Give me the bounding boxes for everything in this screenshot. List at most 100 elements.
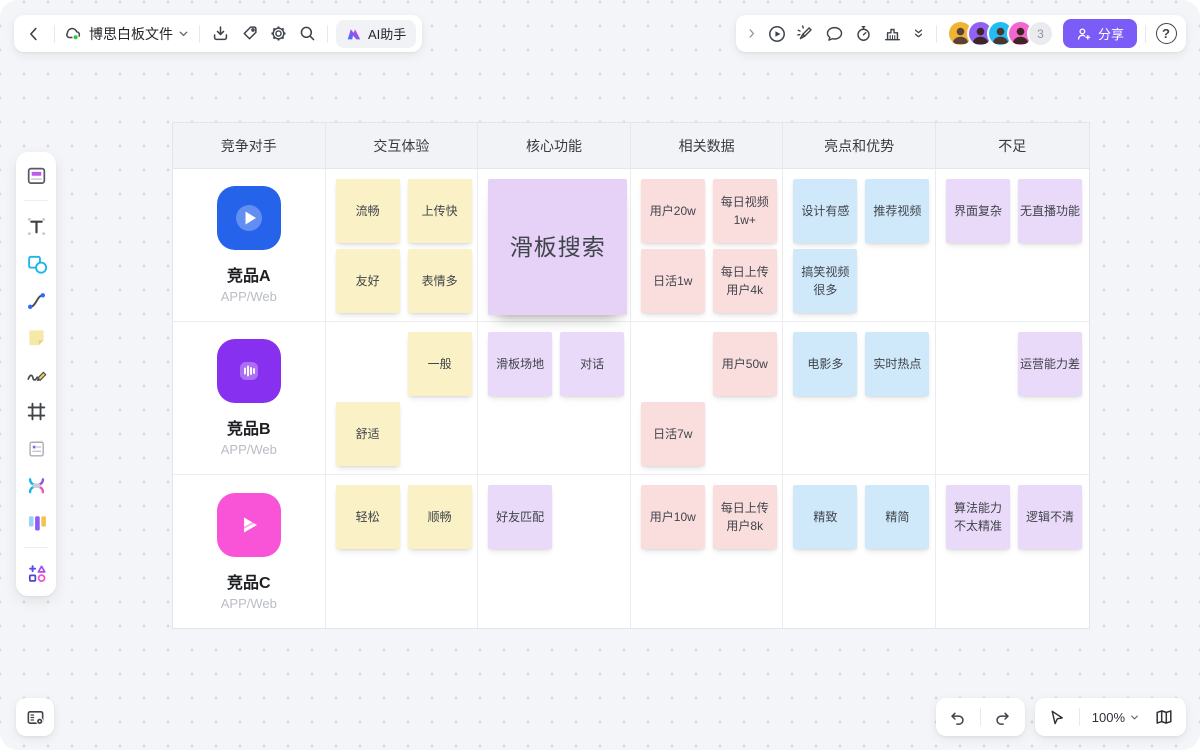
competitor-profile[interactable]: 竞品A APP/Web	[173, 169, 326, 321]
divider	[24, 547, 48, 548]
tag-button[interactable]	[235, 20, 263, 48]
comment-button[interactable]	[821, 20, 849, 48]
competitor-profile[interactable]: 竞品C APP/Web	[173, 475, 326, 628]
column-header[interactable]: 相关数据	[631, 123, 784, 168]
share-button[interactable]: 分享	[1063, 19, 1137, 48]
laser-pointer-button[interactable]	[792, 20, 820, 48]
sticky-note[interactable]: 滑板搜索	[488, 179, 627, 315]
tool-connector[interactable]	[24, 288, 48, 312]
table-row: 竞品A APP/Web 流畅 上传快 友好 表情多 滑板搜索 用户20w 每日视…	[173, 169, 1089, 322]
cell-interaction: 一般 舒适	[326, 322, 479, 474]
back-button[interactable]	[20, 20, 48, 48]
column-header[interactable]: 亮点和优势	[783, 123, 936, 168]
sticky-note[interactable]: 实时热点	[865, 332, 929, 396]
sticky-note[interactable]: 电影多	[793, 332, 857, 396]
sticky-note[interactable]: 表情多	[408, 249, 472, 313]
sticky-note[interactable]: 滑板场地	[488, 332, 552, 396]
tool-sticky-note[interactable]	[24, 325, 48, 349]
competitor-name[interactable]: 竞品B	[227, 415, 271, 439]
timer-button[interactable]	[850, 20, 878, 48]
divider	[936, 25, 937, 43]
board-panel-button[interactable]	[16, 698, 54, 736]
board-settings-icon	[25, 707, 46, 728]
settings-button[interactable]	[264, 20, 292, 48]
cell-interaction: 轻松 顺畅	[326, 475, 479, 628]
search-button[interactable]	[293, 20, 321, 48]
collaborator-avatars[interactable]: 3	[947, 20, 1054, 47]
gear-icon	[269, 24, 288, 43]
expand-toolbar-button[interactable]	[742, 20, 762, 48]
competitor-analysis-table[interactable]: 竞争对手 交互体验 核心功能 相关数据 亮点和优势 不足 竞品A APP/Web…	[172, 122, 1090, 629]
sticky-note[interactable]: 轻松	[336, 485, 400, 549]
tool-shapes[interactable]	[24, 251, 48, 275]
sticky-note[interactable]: 对话	[560, 332, 624, 396]
sticky-note[interactable]: 日活7w	[641, 402, 705, 466]
sticky-note[interactable]: 顺畅	[408, 485, 472, 549]
person-plus-icon	[1076, 26, 1092, 42]
competitor-b-app-icon	[217, 339, 281, 403]
podium-button[interactable]	[879, 20, 907, 48]
sticky-note[interactable]: 友好	[336, 249, 400, 313]
share-label: 分享	[1098, 24, 1124, 43]
sticky-note[interactable]: 上传快	[408, 179, 472, 243]
cell-weaknesses: 运营能力差	[936, 322, 1089, 474]
zoom-control[interactable]: 100%	[1085, 710, 1147, 725]
doc-title-menu[interactable]	[177, 27, 193, 40]
tool-shape-library[interactable]	[24, 561, 48, 585]
column-header[interactable]: 竞争对手	[173, 123, 326, 168]
sticky-note[interactable]: 搞笑视频 很多	[793, 249, 857, 313]
sticky-note[interactable]: 用户20w	[641, 179, 705, 243]
comment-bubble-icon	[825, 24, 844, 43]
sticky-note[interactable]: 推荐视频	[865, 179, 929, 243]
tool-kanban[interactable]	[24, 510, 48, 534]
minimap-button[interactable]	[1147, 703, 1181, 731]
import-button[interactable]	[206, 20, 234, 48]
sticky-note[interactable]: 每日上传 用户8k	[713, 485, 777, 549]
sticky-note[interactable]: 好友匹配	[488, 485, 552, 549]
whiteboard-canvas[interactable]: 博思白板文件	[0, 0, 1200, 750]
column-header[interactable]: 核心功能	[478, 123, 631, 168]
sticky-note[interactable]: 流畅	[336, 179, 400, 243]
sticky-note[interactable]: 精致	[793, 485, 857, 549]
sticky-note[interactable]: 每日视频 1w+	[713, 179, 777, 243]
cell-highlights: 精致 精简	[783, 475, 936, 628]
sticky-note[interactable]: 舒适	[336, 402, 400, 466]
sticky-note[interactable]: 一般	[408, 332, 472, 396]
competitor-name[interactable]: 竞品C	[227, 569, 271, 593]
sticky-note[interactable]: 用户50w	[713, 332, 777, 396]
present-button[interactable]	[763, 20, 791, 48]
competitor-profile[interactable]: 竞品B APP/Web	[173, 322, 326, 474]
competitor-name[interactable]: 竞品A	[227, 262, 271, 286]
undo-button[interactable]	[941, 703, 975, 731]
collapse-panel-button[interactable]	[908, 20, 930, 48]
sticky-note[interactable]: 日活1w	[641, 249, 705, 313]
sticky-note[interactable]: 逻辑不清	[1018, 485, 1082, 549]
column-header[interactable]: 交互体验	[326, 123, 479, 168]
divider	[1079, 708, 1080, 726]
import-download-icon	[211, 24, 230, 43]
redo-button[interactable]	[986, 703, 1020, 731]
tool-frame[interactable]	[24, 399, 48, 423]
help-button[interactable]: ?	[1152, 20, 1180, 48]
select-cursor-button[interactable]	[1040, 703, 1074, 731]
laser-pointer-icon	[796, 24, 815, 43]
column-header[interactable]: 不足	[936, 123, 1089, 168]
sticky-note[interactable]: 每日上传 用户4k	[713, 249, 777, 313]
tool-pen[interactable]	[24, 362, 48, 386]
sticky-note[interactable]: 运营能力差	[1018, 332, 1082, 396]
tool-templates[interactable]	[24, 163, 48, 187]
sticky-note[interactable]: 精简	[865, 485, 929, 549]
tool-document[interactable]	[24, 436, 48, 460]
cell-core-features: 滑板搜索	[478, 169, 631, 321]
sticky-note[interactable]: 用户10w	[641, 485, 705, 549]
sticky-note[interactable]: 算法能力 不太精准	[946, 485, 1010, 549]
ai-assistant-button[interactable]: AI助手	[336, 20, 416, 48]
sticky-note[interactable]: 设计有感	[793, 179, 857, 243]
tool-text[interactable]	[24, 214, 48, 238]
sticky-note[interactable]: 无直播功能	[1018, 179, 1082, 243]
more-collaborators-badge[interactable]: 3	[1027, 20, 1054, 47]
table-header-row: 竞争对手 交互体验 核心功能 相关数据 亮点和优势 不足	[173, 123, 1089, 169]
doc-title[interactable]: 博思白板文件	[89, 24, 173, 44]
tool-mindmap[interactable]	[24, 473, 48, 497]
sticky-note[interactable]: 界面复杂	[946, 179, 1010, 243]
